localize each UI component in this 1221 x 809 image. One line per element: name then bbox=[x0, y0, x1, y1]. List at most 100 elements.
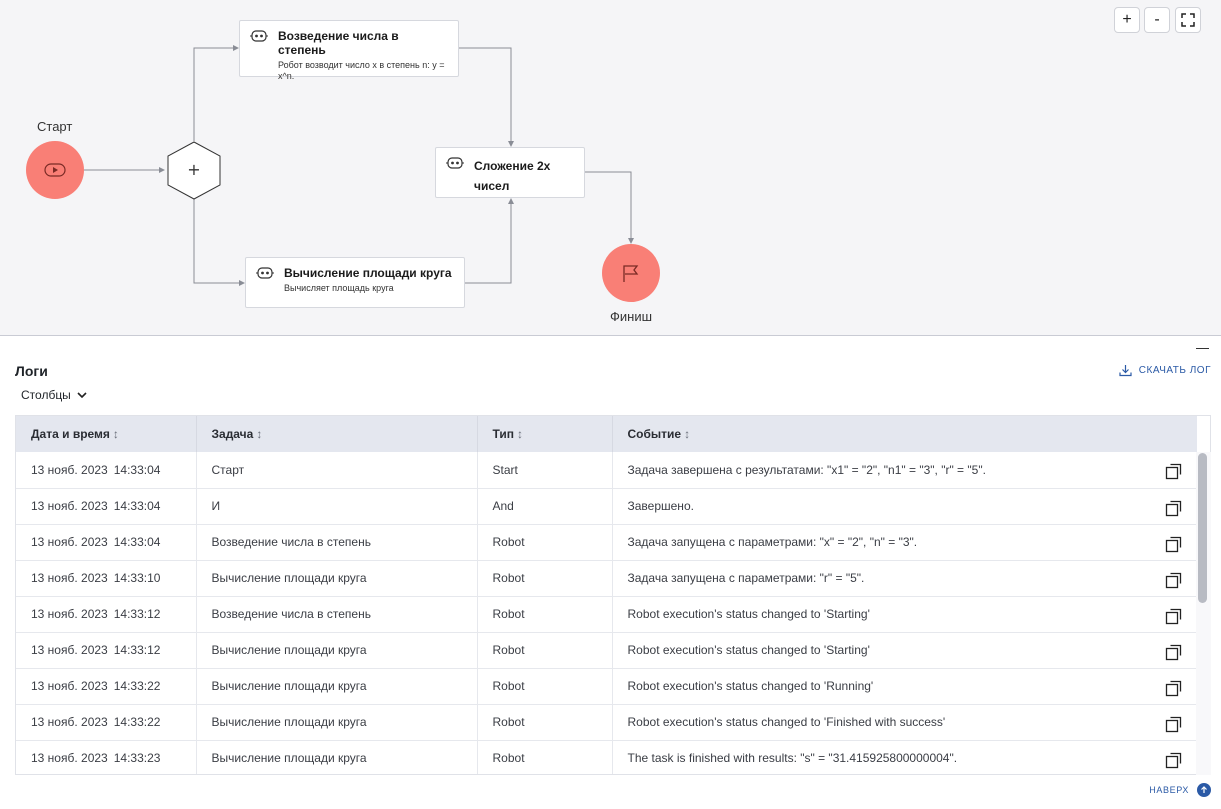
cell-date: 13 нояб. 2023 bbox=[31, 462, 108, 477]
download-log-label: СКАЧАТЬ ЛОГ bbox=[1138, 365, 1211, 376]
table-row[interactable]: 13 нояб. 2023 14:33:22 Вычисление площади … bbox=[16, 704, 1197, 741]
copy-icon[interactable] bbox=[1165, 499, 1183, 520]
cell-date: 13 нояб. 2023 bbox=[31, 499, 108, 513]
zoom-in-label: + bbox=[1122, 11, 1132, 28]
fullscreen-button[interactable] bbox=[1175, 7, 1201, 33]
table-row[interactable]: 13 нояб. 2023 14:33:10 Вычисление площади … bbox=[16, 560, 1197, 597]
arrow-up-icon bbox=[1197, 783, 1211, 797]
table-row[interactable]: 13 нояб. 2023 14:33:04 Возведение числа в … bbox=[16, 524, 1197, 561]
copy-icon[interactable] bbox=[1165, 751, 1183, 772]
cell-event-text: The task is finished with results: "s" =… bbox=[627, 751, 958, 765]
cell-type: And bbox=[477, 488, 613, 525]
sort-icon: ↕ bbox=[684, 427, 691, 441]
task-power[interactable]: Возведение числа в степень Робот возводи… bbox=[239, 20, 459, 81]
column-header-event[interactable]: Событие ↕ bbox=[612, 416, 1197, 452]
scrollbar-thumb[interactable] bbox=[1198, 453, 1207, 603]
columns-dropdown[interactable]: Столбцы bbox=[21, 388, 87, 402]
fullscreen-icon bbox=[1181, 13, 1195, 27]
table-header-row: Дата и время ↕ Задача ↕ Тип ↕ Событие ↕ bbox=[16, 416, 1197, 452]
cell-event: Завершено. bbox=[612, 488, 1197, 525]
table-row[interactable]: 13 нояб. 2023 14:33:12 Вычисление площади … bbox=[16, 632, 1197, 669]
parallel-gateway[interactable]: + bbox=[166, 141, 222, 200]
cell-time: 14:33:04 bbox=[113, 462, 161, 477]
finish-node[interactable] bbox=[602, 244, 660, 302]
play-icon bbox=[44, 163, 66, 177]
cell-event-text: Robot execution's status changed to 'Run… bbox=[627, 679, 874, 693]
cell-task: Вычисление площади круга bbox=[196, 668, 478, 705]
task-circle-area[interactable]: Вычисление площади круга Вычисляет площа… bbox=[245, 257, 465, 308]
zoom-out-button[interactable]: - bbox=[1144, 7, 1170, 33]
column-header-label: Дата и время bbox=[31, 427, 110, 441]
cell-date: 13 нояб. 2023 bbox=[31, 535, 108, 549]
collapse-panel-button[interactable] bbox=[1196, 348, 1209, 349]
table-row[interactable]: 13 нояб. 2023 14:33:23 Вычисление площади … bbox=[16, 740, 1197, 774]
copy-icon[interactable] bbox=[1165, 535, 1183, 556]
robot-icon bbox=[250, 30, 268, 42]
cell-task: Вычисление площади круга bbox=[196, 632, 478, 669]
column-header-label: Событие bbox=[627, 427, 682, 441]
table-row[interactable]: 13 нояб. 2023 14:33:04 Старт Start Задача за… bbox=[16, 452, 1197, 489]
cell-event: Задача запущена с параметрами: "x" = "2"… bbox=[612, 524, 1197, 561]
copy-icon[interactable] bbox=[1165, 643, 1183, 664]
cell-event-text: Задача запущена с параметрами: "r" = "5"… bbox=[627, 571, 865, 585]
columns-dropdown-label: Столбцы bbox=[21, 388, 71, 402]
cell-task: Возведение числа в степень bbox=[196, 524, 478, 561]
cell-event-text: Завершено. bbox=[627, 499, 694, 513]
task-description: Робот возводит число x в степень n: y = … bbox=[278, 60, 445, 81]
copy-icon[interactable] bbox=[1165, 607, 1183, 628]
table-row[interactable]: 13 нояб. 2023 14:33:12 Возведение числа в … bbox=[16, 596, 1197, 633]
table-row[interactable]: 13 нояб. 2023 14:33:04 И And Завершено. bbox=[16, 488, 1197, 525]
process-diagram-canvas[interactable]: + - Старт + Возведение числа в степень Р… bbox=[0, 0, 1221, 336]
chevron-down-icon bbox=[77, 392, 87, 398]
start-node[interactable] bbox=[26, 141, 84, 199]
logs-table: Дата и время ↕ Задача ↕ Тип ↕ Событие ↕ 13 н… bbox=[15, 415, 1211, 775]
cell-datetime: 13 нояб. 2023 14:33:10 bbox=[16, 560, 197, 597]
start-node-label: Старт bbox=[37, 119, 73, 134]
download-icon bbox=[1119, 365, 1132, 377]
cell-time: 14:33:10 bbox=[113, 571, 161, 585]
copy-icon[interactable] bbox=[1165, 462, 1183, 483]
cell-time: 14:33:12 bbox=[113, 607, 161, 621]
cell-type: Robot bbox=[477, 740, 613, 774]
cell-task: Вычисление площади круга bbox=[196, 560, 478, 597]
cell-type: Robot bbox=[477, 704, 613, 741]
cell-datetime: 13 нояб. 2023 14:33:04 bbox=[16, 452, 197, 489]
copy-icon[interactable] bbox=[1165, 715, 1183, 736]
column-header-type[interactable]: Тип ↕ bbox=[477, 416, 613, 452]
cell-event-text: Задача завершена с результатами: "x1" = … bbox=[627, 462, 986, 477]
copy-icon[interactable] bbox=[1165, 571, 1183, 592]
cell-date: 13 нояб. 2023 bbox=[31, 679, 108, 693]
cell-type: Robot bbox=[477, 524, 613, 561]
flag-icon bbox=[623, 265, 639, 282]
column-header-datetime[interactable]: Дата и время ↕ bbox=[16, 416, 197, 452]
cell-datetime: 13 нояб. 2023 14:33:22 bbox=[16, 668, 197, 705]
cell-task: Вычисление площади круга bbox=[196, 740, 478, 774]
cell-type: Robot bbox=[477, 632, 613, 669]
task-title: Вычисление площади круга bbox=[284, 266, 452, 280]
cell-datetime: 13 нояб. 2023 14:33:12 bbox=[16, 632, 197, 669]
column-header-task[interactable]: Задача ↕ bbox=[196, 416, 478, 452]
cell-datetime: 13 нояб. 2023 14:33:04 bbox=[16, 488, 197, 525]
column-header-label: Тип bbox=[492, 427, 515, 441]
cell-time: 14:33:12 bbox=[113, 643, 161, 657]
back-to-top-button[interactable]: НАВЕРХ bbox=[1149, 783, 1211, 797]
gateway-symbol: + bbox=[187, 160, 200, 179]
task-title: Сложение 2х чисел bbox=[474, 159, 551, 193]
cell-type: Start bbox=[477, 452, 613, 489]
zoom-in-button[interactable]: + bbox=[1114, 7, 1140, 33]
cell-type: Robot bbox=[477, 668, 613, 705]
task-sum[interactable]: Сложение 2х чисел bbox=[435, 147, 585, 198]
table-row[interactable]: 13 нояб. 2023 14:33:22 Вычисление площади … bbox=[16, 668, 1197, 705]
cell-task: И bbox=[196, 488, 478, 525]
cell-time: 14:33:22 bbox=[113, 715, 161, 729]
robot-icon bbox=[446, 157, 464, 169]
download-log-button[interactable]: СКАЧАТЬ ЛОГ bbox=[1119, 364, 1211, 377]
cell-event: Robot execution's status changed to 'Run… bbox=[612, 668, 1197, 705]
sort-icon: ↕ bbox=[517, 427, 523, 441]
cell-event-text: Robot execution's status changed to 'Sta… bbox=[627, 643, 870, 657]
finish-node-label: Финиш bbox=[610, 309, 653, 324]
cell-event: The task is finished with results: "s" =… bbox=[612, 740, 1197, 774]
task-description: Вычисляет площадь круга bbox=[284, 283, 394, 293]
copy-icon[interactable] bbox=[1165, 679, 1183, 700]
cell-date: 13 нояб. 2023 bbox=[31, 607, 108, 621]
